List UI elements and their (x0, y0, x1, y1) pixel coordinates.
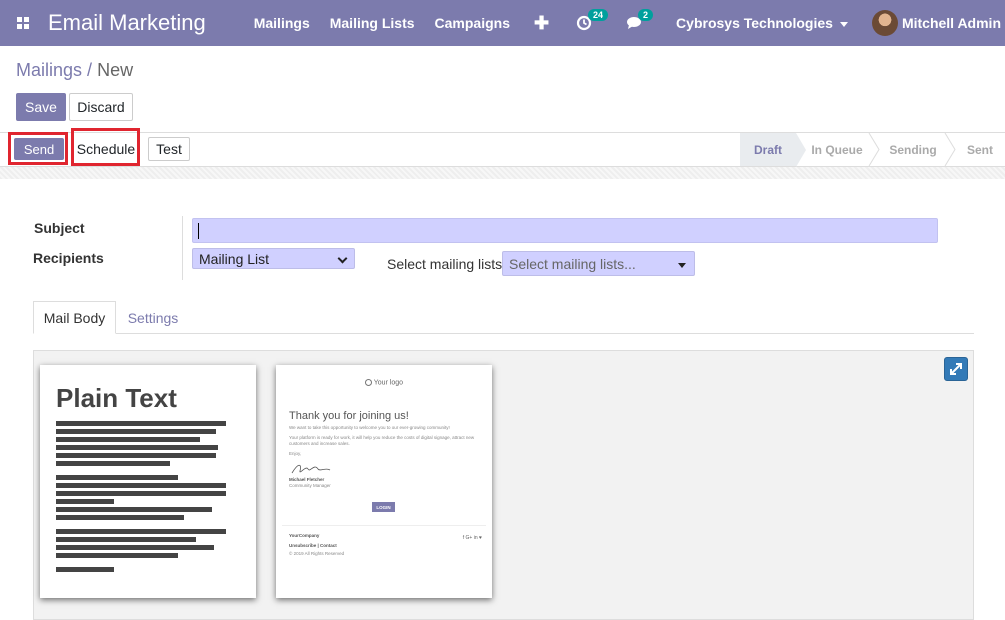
caret-down-icon (839, 21, 848, 27)
tab-settings[interactable]: Settings (118, 301, 188, 334)
footer-copyright: © 2019 All Rights Reserved (289, 551, 345, 556)
discard-button[interactable]: Discard (69, 93, 133, 121)
stage-arrow (796, 133, 806, 167)
text-line (56, 421, 226, 426)
apps-menu-icon[interactable] (0, 0, 46, 46)
footer-company: YourCompany (289, 533, 320, 538)
stage-separator (944, 133, 956, 166)
fullscreen-expand-icon[interactable] (944, 357, 968, 381)
text-line (56, 453, 216, 458)
footer-links: Unsubscribe | Contact (289, 543, 337, 548)
plus-icon[interactable]: ✚ (534, 13, 549, 34)
logo-mark-icon (364, 379, 372, 386)
text-line (56, 437, 200, 442)
stage-separator (868, 133, 880, 166)
text-line (56, 537, 196, 542)
subject-label: Subject (34, 220, 85, 236)
template-line: Enjoy, (289, 451, 302, 456)
schedule-highlight (71, 128, 140, 166)
signer-role: Community Manager (289, 483, 331, 488)
tab-mail-body[interactable]: Mail Body (33, 301, 116, 334)
text-line (56, 475, 178, 480)
activity-icon[interactable]: 24 (576, 9, 609, 33)
signature-icon (291, 464, 331, 474)
menu-campaigns[interactable]: Campaigns (435, 15, 510, 31)
breadcrumb-parent[interactable]: Mailings (16, 60, 82, 80)
top-navbar: Email Marketing Mailings Mailing Lists C… (0, 0, 1005, 46)
template-heading: Thank you for joining us! (289, 410, 409, 422)
template-line: Your platform is ready for work, it will… (289, 435, 475, 446)
test-button[interactable]: Test (148, 137, 190, 161)
text-line (56, 483, 226, 488)
menu-mailings[interactable]: Mailings (254, 15, 310, 31)
recipients-label: Recipients (33, 250, 104, 266)
template-plain-text[interactable]: Plain Text (40, 365, 256, 598)
mailing-lists-select[interactable]: Select mailing lists... (502, 251, 695, 276)
caret-down-icon (678, 263, 686, 268)
text-line (56, 499, 114, 504)
menu-mailing-lists[interactable]: Mailing Lists (330, 15, 415, 31)
text-line (56, 445, 218, 450)
breadcrumb-current: New (97, 60, 134, 80)
logo-text: Your logo (373, 379, 404, 387)
login-button: LOGIN (372, 502, 395, 512)
label-divider (182, 216, 183, 280)
mailing-lists-label: Select mailing lists: (387, 256, 507, 272)
text-line (56, 529, 226, 534)
stage-sent[interactable]: Sent (958, 133, 1002, 166)
stage-draft[interactable]: Draft (740, 133, 796, 166)
template-logo: Your logo (276, 379, 492, 386)
text-line (56, 491, 226, 496)
recipients-select[interactable]: Mailing List (192, 248, 355, 269)
social-icons: f G+ in ♥ (462, 535, 482, 541)
company-switcher[interactable]: Cybrosys Technologies (676, 15, 848, 31)
breadcrumb: Mailings / New (16, 60, 133, 81)
text-line (56, 553, 178, 558)
send-highlight (8, 132, 68, 165)
text-cursor (198, 223, 199, 239)
template-line: We want to take this opportunity to welc… (289, 425, 450, 430)
text-line (56, 507, 212, 512)
activity-badge: 24 (588, 9, 609, 21)
messages-badge: 2 (638, 9, 654, 21)
recipients-value: Mailing List (199, 250, 270, 267)
save-button[interactable]: Save (16, 93, 66, 121)
app-title[interactable]: Email Marketing (48, 10, 206, 36)
company-name: Cybrosys Technologies (676, 15, 833, 31)
mailing-lists-placeholder: Select mailing lists... (509, 255, 636, 272)
text-line (56, 461, 170, 466)
text-line (56, 515, 184, 520)
stage-sending[interactable]: Sending (882, 133, 944, 166)
breadcrumb-separator: / (87, 60, 93, 80)
sheet-background (0, 167, 1005, 179)
template-welcome[interactable]: Your logo Thank you for joining us! We w… (276, 365, 492, 598)
user-name[interactable]: Mitchell Admin (902, 15, 1001, 31)
plain-text-title: Plain Text (56, 383, 177, 413)
chevron-down-icon (337, 253, 348, 264)
messages-icon[interactable]: 2 (626, 9, 654, 33)
text-line (56, 567, 114, 572)
user-avatar[interactable] (871, 10, 898, 36)
stage-in-queue[interactable]: In Queue (806, 133, 868, 166)
text-line (56, 429, 216, 434)
subject-input[interactable] (192, 218, 938, 243)
text-line (56, 545, 214, 550)
